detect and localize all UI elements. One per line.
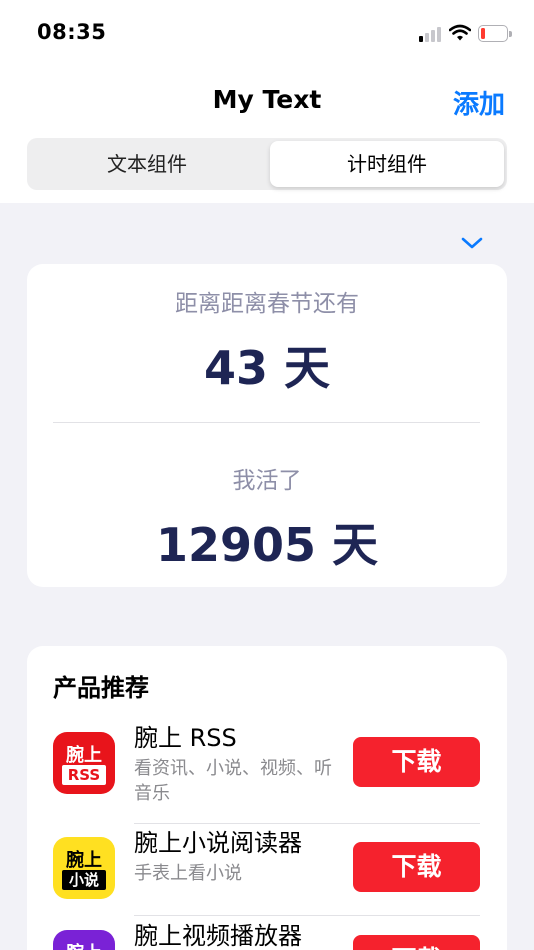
add-button[interactable]: 添加: [453, 84, 505, 121]
segmented-control: 文本组件 计时组件: [27, 138, 507, 190]
timer-number: 12905: [155, 518, 317, 572]
download-button[interactable]: 下载: [353, 842, 480, 892]
wifi-icon: [449, 24, 471, 41]
product-section-title: 产品推荐: [53, 674, 149, 702]
tab-timer-widget[interactable]: 计时组件: [270, 141, 504, 187]
download-button[interactable]: 下载: [353, 737, 480, 787]
status-time: 08:35: [37, 20, 107, 44]
video-app-icon: 腕上: [53, 930, 115, 950]
download-button[interactable]: 下载: [353, 935, 480, 950]
timer-value-days-lived: 12905 天: [27, 509, 507, 575]
timer-card[interactable]: 距离距离春节还有 43 天 我活了 12905 天: [27, 264, 507, 587]
novel-app-icon: 腕上 小说: [53, 837, 115, 899]
app-name: 腕上视频播放器: [134, 922, 302, 950]
battery-icon: [478, 25, 512, 42]
timer-unit: 天: [284, 341, 331, 395]
chevron-down-icon[interactable]: [460, 236, 484, 250]
timer-label-spring-festival: 距离距离春节还有: [175, 291, 359, 317]
tab-text-widget[interactable]: 文本组件: [30, 141, 264, 187]
timer-value-spring-festival: 43 天: [27, 332, 507, 398]
product-recommend-card: 产品推荐 腕上 RSS 腕上 RSS 看资讯、小说、视频、听音乐 下载 腕上 小…: [27, 646, 507, 950]
app-name: 腕上小说阅读器: [134, 829, 302, 857]
rss-app-icon: 腕上 RSS: [53, 732, 115, 794]
timer-unit: 天: [332, 518, 379, 572]
app-name: 腕上 RSS: [134, 724, 237, 752]
app-description: 看资讯、小说、视频、听音乐: [134, 758, 332, 804]
header-area: 08:35 My Text 添加 文本组件 计时组件: [0, 0, 534, 203]
cellular-signal-icon: [419, 26, 443, 42]
timer-label-days-lived: 我活了: [232, 468, 302, 494]
status-bar: 08:35: [0, 0, 534, 64]
timer-number: 43: [203, 341, 268, 395]
app-description: 手表上看小说: [134, 863, 242, 884]
timer-divider: [53, 422, 480, 423]
